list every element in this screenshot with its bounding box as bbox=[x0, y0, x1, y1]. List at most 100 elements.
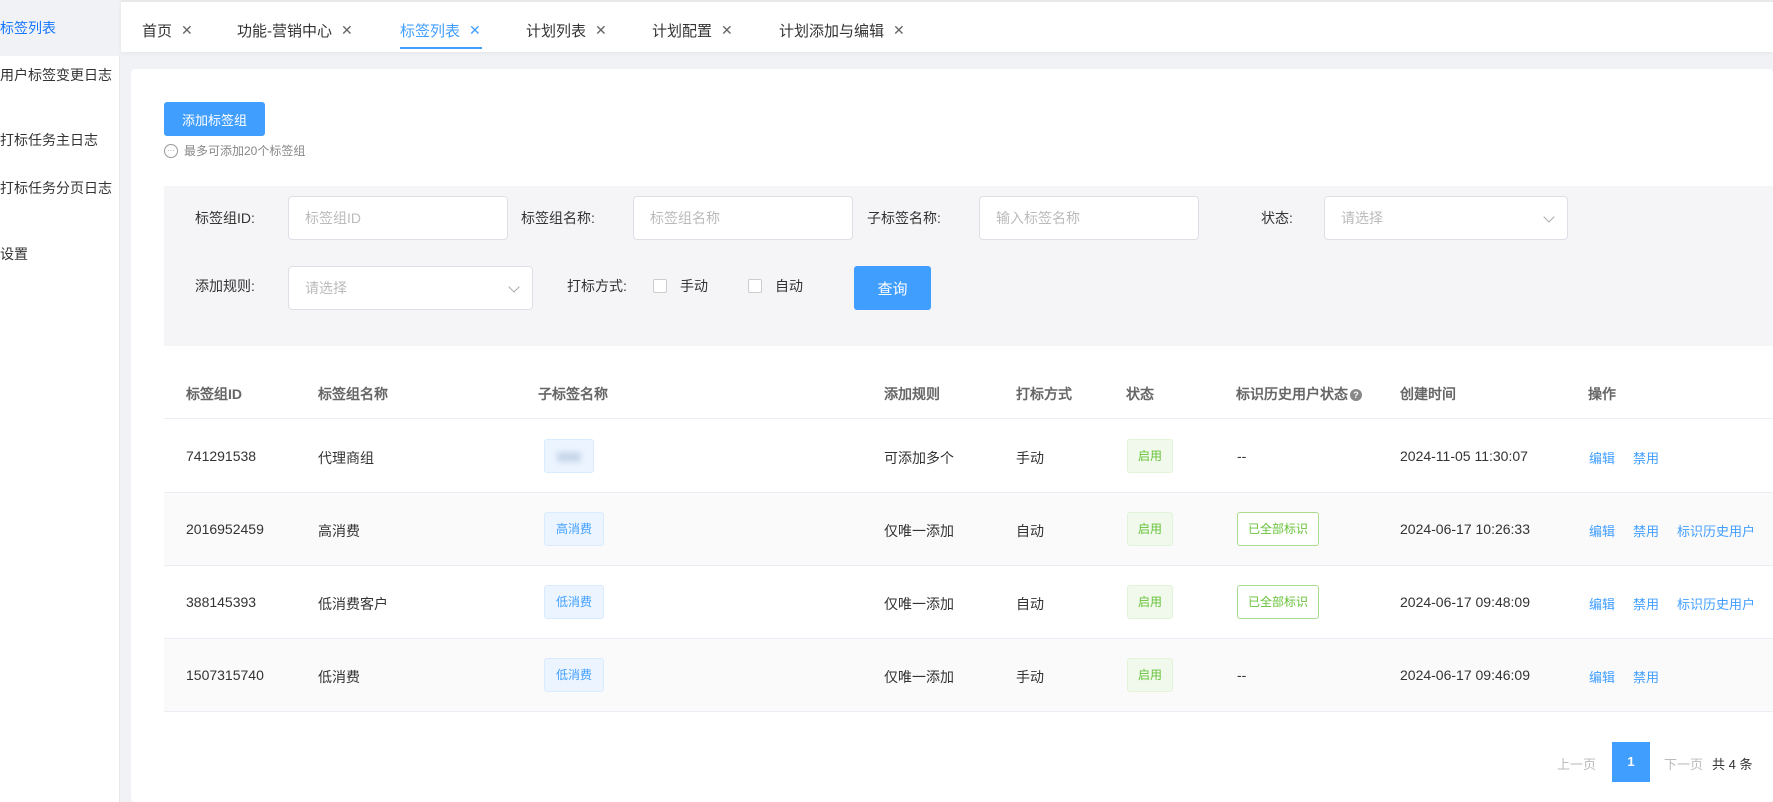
close-icon[interactable]: ✕ bbox=[181, 22, 193, 39]
add-tag-group-button[interactable]: 添加标签组 bbox=[164, 102, 265, 136]
cell-group-id: 1507315740 bbox=[186, 667, 264, 683]
cell-group-name: 低消费 bbox=[318, 669, 360, 685]
status-badge: 启用 bbox=[1127, 512, 1174, 546]
col-header-sub-tag-name: 子标签名称 bbox=[538, 386, 608, 402]
cell-group-name: 代理商组 bbox=[318, 450, 374, 466]
cell-group-name: 高消费 bbox=[318, 523, 360, 539]
col-header-created-time: 创建时间 bbox=[1400, 386, 1456, 402]
page-1-button[interactable]: 1 bbox=[1612, 742, 1650, 782]
sub-tag-chip bbox=[544, 439, 594, 473]
sidebar-item-tag-list[interactable]: 标签列表 bbox=[0, 0, 120, 56]
group-name-input[interactable] bbox=[633, 196, 853, 240]
tab-bar: 首页 ✕ 功能-营销中心 ✕ 标签列表 ✕ 计划列表 ✕ 计划配置 ✕ 计划添加与编辑 ✕ bbox=[121, 0, 1773, 52]
sidebar-item-tagging-task-page-log[interactable]: 打标任务分页日志 bbox=[0, 178, 120, 198]
tagging-method-label: 打标方式: bbox=[567, 278, 627, 294]
auto-checkbox[interactable] bbox=[748, 279, 762, 293]
tab-tag-list[interactable]: 标签列表 ✕ bbox=[400, 20, 481, 41]
sidebar-item-settings[interactable]: 设置 bbox=[0, 244, 120, 264]
cell-created-time: 2024-06-17 10:26:33 bbox=[1400, 521, 1530, 537]
cell-group-id: 388145393 bbox=[186, 594, 257, 610]
query-button[interactable]: 查询 bbox=[854, 266, 931, 310]
status-badge: 启用 bbox=[1127, 439, 1174, 473]
edit-link[interactable]: 编辑 bbox=[1589, 448, 1615, 467]
sidebar-item-tagging-task-main-log[interactable]: 打标任务主日志 bbox=[0, 130, 120, 150]
cell-group-id: 2016952459 bbox=[186, 521, 264, 537]
cell-created-time: 2024-06-17 09:48:09 bbox=[1400, 594, 1530, 610]
cell-tagging-method: 自动 bbox=[1016, 596, 1044, 612]
question-icon[interactable]: ? bbox=[1350, 389, 1362, 401]
col-header-actions: 操作 bbox=[1588, 386, 1616, 402]
cell-add-rule: 可添加多个 bbox=[884, 450, 954, 466]
status-select-placeholder: 请选择 bbox=[1341, 210, 1383, 226]
next-page-button[interactable]: 下一页 bbox=[1664, 754, 1703, 773]
history-status-badge: 已全部标识 bbox=[1237, 512, 1320, 546]
info-icon: ··· bbox=[164, 143, 178, 158]
status-label: 状态: bbox=[1261, 210, 1293, 226]
sidebar-item-user-tag-change-log[interactable]: 用户标签变更日志 bbox=[0, 65, 120, 85]
history-status-badge: 已全部标识 bbox=[1237, 585, 1320, 619]
add-rule-label: 添加规则: bbox=[195, 278, 255, 294]
disable-link[interactable]: 禁用 bbox=[1633, 667, 1659, 686]
tab-marketing-center[interactable]: 功能-营销中心 ✕ bbox=[237, 20, 353, 41]
cell-add-rule: 仅唯一添加 bbox=[884, 596, 954, 612]
tab-label: 计划配置 bbox=[652, 23, 713, 40]
sub-tag-chip: 低消费 bbox=[544, 658, 605, 692]
group-id-input[interactable] bbox=[288, 196, 508, 240]
edit-link[interactable]: 编辑 bbox=[1589, 667, 1615, 686]
cell-tagging-method: 手动 bbox=[1016, 450, 1044, 466]
col-header-status: 状态 bbox=[1126, 386, 1154, 402]
disable-link[interactable]: 禁用 bbox=[1633, 521, 1659, 540]
tab-plan-add-edit[interactable]: 计划添加与编辑 ✕ bbox=[779, 20, 905, 41]
close-icon[interactable]: ✕ bbox=[341, 22, 353, 39]
cell-history-status: -- bbox=[1237, 667, 1247, 683]
table-row bbox=[164, 493, 1773, 566]
tab-home[interactable]: 首页 ✕ bbox=[142, 20, 193, 41]
hint-text: 最多可添加20个标签组 bbox=[184, 144, 306, 158]
tab-label: 计划列表 bbox=[526, 23, 587, 40]
tab-label: 功能-营销中心 bbox=[237, 23, 332, 40]
close-icon[interactable]: ✕ bbox=[595, 22, 607, 39]
tab-label: 计划添加与编辑 bbox=[779, 23, 885, 40]
add-rule-select-placeholder: 请选择 bbox=[305, 280, 347, 296]
auto-checkbox-label: 自动 bbox=[775, 278, 803, 294]
status-badge: 启用 bbox=[1127, 658, 1174, 692]
status-select[interactable]: 请选择 bbox=[1324, 196, 1568, 240]
sub-tag-name-label: 子标签名称: bbox=[867, 210, 941, 226]
close-icon[interactable]: ✕ bbox=[893, 22, 905, 39]
add-rule-select[interactable]: 请选择 bbox=[288, 266, 533, 310]
col-header-group-id: 标签组ID bbox=[186, 386, 242, 402]
cell-group-name: 低消费客户 bbox=[318, 596, 388, 612]
disable-link[interactable]: 禁用 bbox=[1633, 448, 1659, 467]
mark-history-users-link[interactable]: 标识历史用户 bbox=[1677, 594, 1755, 613]
group-name-label: 标签组名称: bbox=[521, 210, 595, 226]
tab-plan-config[interactable]: 计划配置 ✕ bbox=[652, 20, 733, 41]
cell-group-id: 741291538 bbox=[186, 448, 257, 464]
sidebar: 标签列表 用户标签变更日志 打标任务主日志 打标任务分页日志 设置 bbox=[0, 0, 120, 802]
close-icon[interactable]: ✕ bbox=[721, 22, 733, 39]
sub-tag-chip: 高消费 bbox=[544, 512, 605, 546]
chevron-down-icon bbox=[508, 281, 520, 293]
close-icon[interactable]: ✕ bbox=[469, 22, 481, 39]
filter-panel: 标签组ID: 标签组名称: 子标签名称: 状态: 请选择 添加规则: 请选择 打… bbox=[164, 186, 1773, 346]
sub-tag-chip: 低消费 bbox=[544, 585, 605, 619]
group-id-label: 标签组ID: bbox=[195, 210, 255, 226]
col-header-history-status: 标识历史用户状态? bbox=[1236, 384, 1362, 404]
status-badge: 启用 bbox=[1127, 585, 1174, 619]
edit-link[interactable]: 编辑 bbox=[1589, 594, 1615, 613]
col-header-history-status-label: 标识历史用户状态 bbox=[1236, 386, 1348, 402]
cell-tagging-method: 手动 bbox=[1016, 669, 1044, 685]
mark-history-users-link[interactable]: 标识历史用户 bbox=[1677, 521, 1755, 540]
cell-tagging-method: 自动 bbox=[1016, 523, 1044, 539]
add-limit-hint: ··· 最多可添加20个标签组 bbox=[164, 142, 305, 159]
sub-tag-name-input[interactable] bbox=[979, 196, 1199, 240]
col-header-group-name: 标签组名称 bbox=[318, 386, 388, 402]
table-row bbox=[164, 639, 1773, 712]
tab-plan-list[interactable]: 计划列表 ✕ bbox=[526, 20, 607, 41]
manual-checkbox[interactable] bbox=[653, 279, 667, 293]
col-header-tagging-method: 打标方式 bbox=[1016, 386, 1072, 402]
edit-link[interactable]: 编辑 bbox=[1589, 521, 1615, 540]
tab-label: 首页 bbox=[142, 23, 173, 40]
table-row bbox=[164, 420, 1773, 493]
prev-page-button[interactable]: 上一页 bbox=[1557, 754, 1596, 773]
disable-link[interactable]: 禁用 bbox=[1633, 594, 1659, 613]
